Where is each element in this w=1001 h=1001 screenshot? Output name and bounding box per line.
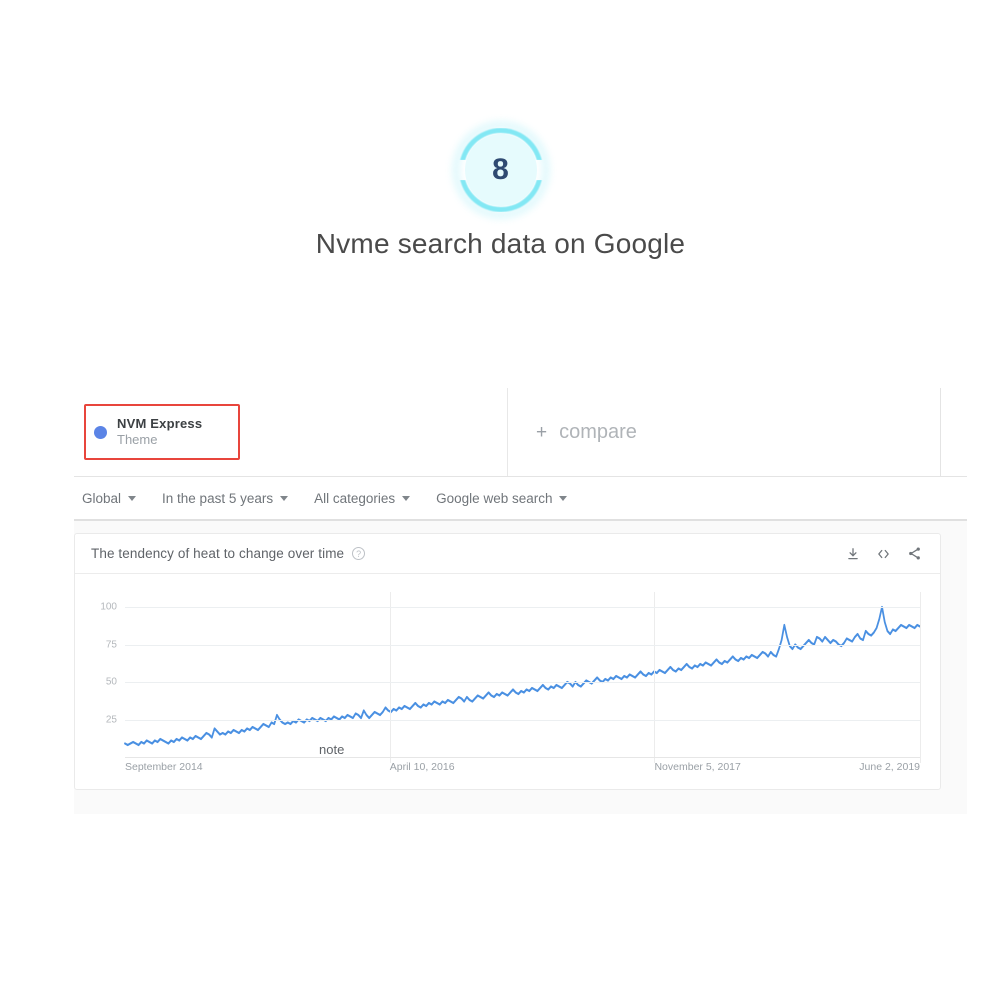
search-term-label: NVM Express	[117, 415, 203, 431]
search-term-box[interactable]: NVM Express Theme	[84, 404, 240, 460]
y-axis-tick-label: 75	[105, 639, 117, 650]
chevron-down-icon	[559, 495, 568, 501]
search-term-cell: NVM Express Theme	[74, 388, 508, 476]
series-color-dot	[94, 425, 107, 439]
download-icon[interactable]	[846, 547, 860, 561]
y-axis-tick-label: 50	[105, 676, 117, 688]
badge-number: 8	[492, 153, 509, 186]
page-title: Nvme search data on Google	[315, 228, 686, 259]
x-axis-tick-label: June 2, 2019	[859, 761, 920, 773]
chart-plot-wrapper: 100 75 50 25 September 2014 April 10, 2016 No…	[75, 574, 940, 789]
filter-region[interactable]: Global	[82, 490, 137, 506]
step-badge: 8	[452, 122, 549, 218]
compare-cell[interactable]: + compare	[508, 388, 967, 476]
x-axis-tick-label: November 5, 2017	[654, 761, 741, 773]
x-axis-tick-label: April 10, 2016	[389, 761, 455, 773]
filter-time-range-label: In the past 5 years	[162, 490, 274, 506]
embed-code-icon[interactable]	[876, 547, 891, 561]
interest-over-time-card: The tendency of heat to change over time…	[74, 533, 941, 790]
compare-placeholder: compare	[559, 420, 637, 443]
filter-category[interactable]: All categories	[314, 490, 411, 506]
help-icon[interactable]: ?	[352, 547, 366, 560]
filter-category-label: All categories	[314, 490, 396, 506]
share-icon[interactable]	[907, 546, 922, 561]
plus-icon: +	[536, 421, 548, 443]
grid-line	[125, 644, 920, 646]
filter-region-label: Global	[82, 490, 122, 506]
grid-line	[125, 682, 920, 683]
y-axis-tick-label: 25	[105, 714, 117, 725]
chart-card-header: The tendency of heat to change over time…	[75, 534, 940, 574]
x-axis-tick-label: September 2014	[125, 761, 203, 773]
x-separator	[389, 592, 391, 763]
chart-plot-area[interactable]: 100 75 50 25	[100, 592, 921, 763]
step-badge-container: 8	[0, 122, 1001, 218]
x-separator	[654, 592, 656, 763]
search-bar-divider	[940, 388, 941, 476]
filter-search-type[interactable]: Google web search	[436, 490, 568, 506]
filter-time-range[interactable]: In the past 5 years	[162, 490, 289, 506]
chevron-down-icon	[128, 495, 137, 501]
search-term-type: Theme	[117, 432, 158, 447]
google-trends-panel: NVM Express Theme + compare Global In th…	[74, 388, 967, 814]
chart-x-axis: September 2014 April 10, 2016 November 5, …	[125, 757, 920, 776]
chart-card-title: The tendency of heat to change over time	[91, 546, 345, 561]
grid-line	[125, 607, 920, 608]
chart-card-area: The tendency of heat to change over time…	[74, 521, 967, 814]
x-separator	[920, 592, 921, 763]
y-axis-tick-label: 100	[100, 601, 117, 613]
trend-line-series	[124, 605, 921, 747]
note-annotation: note	[316, 742, 348, 757]
chevron-down-icon	[402, 495, 411, 501]
grid-line	[125, 719, 920, 721]
search-bar: NVM Express Theme + compare	[74, 388, 967, 477]
chevron-down-icon	[280, 495, 289, 501]
filter-search-type-label: Google web search	[436, 490, 553, 506]
filter-bar: Global In the past 5 years All categorie…	[74, 477, 967, 521]
